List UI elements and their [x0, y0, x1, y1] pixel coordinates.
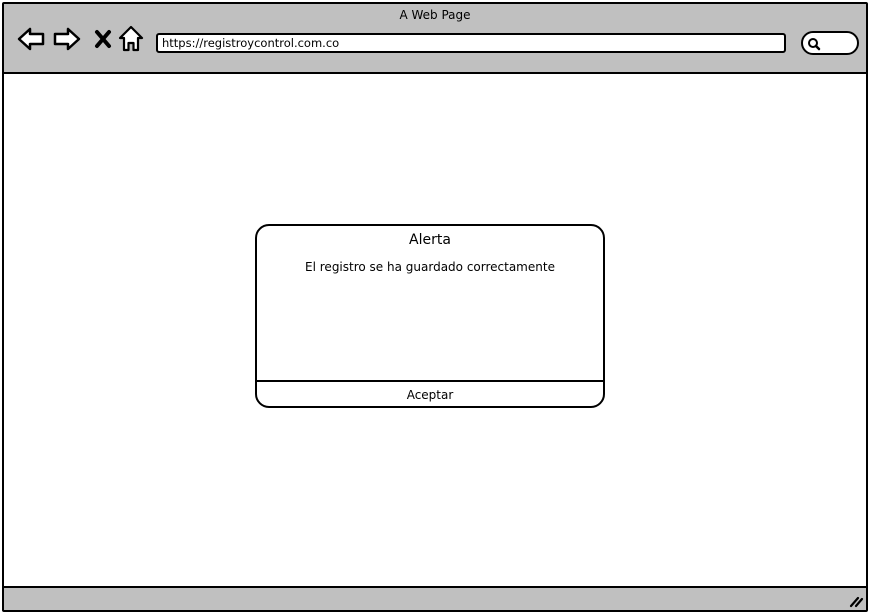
home-icon[interactable] — [118, 24, 148, 54]
alert-dialog: Alerta El registro se ha guardado correc… — [255, 224, 605, 408]
search-icon — [808, 38, 821, 51]
back-arrow-icon[interactable] — [16, 24, 46, 54]
browser-toolbar: A Web Page https://registroycontrol.com.… — [4, 4, 866, 74]
alert-message: El registro se ha guardado correctamente — [305, 260, 555, 274]
search-button[interactable] — [801, 31, 859, 55]
resize-grip-icon[interactable] — [848, 592, 864, 608]
stop-icon[interactable] — [90, 24, 120, 54]
alert-title: Alerta — [409, 232, 451, 248]
status-bar — [4, 586, 866, 610]
forward-arrow-icon[interactable] — [52, 24, 82, 54]
window-title: A Web Page — [399, 8, 471, 22]
dialog-divider — [257, 380, 603, 382]
accept-button[interactable]: Aceptar — [257, 384, 603, 406]
address-bar[interactable]: https://registroycontrol.com.co — [156, 33, 786, 53]
browser-window: A Web Page https://registroycontrol.com.… — [2, 2, 868, 612]
